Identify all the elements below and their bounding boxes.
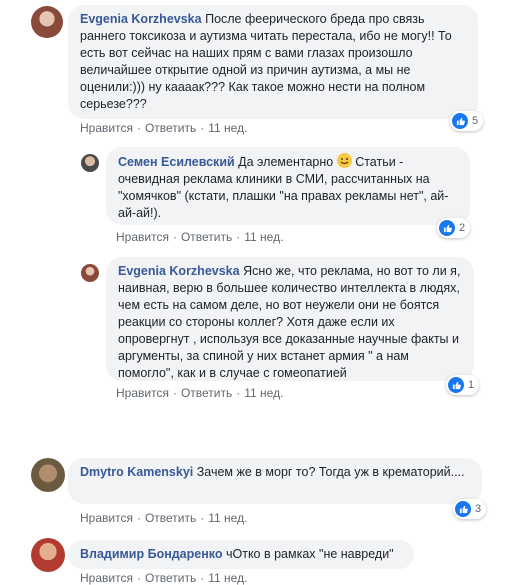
comment-author[interactable]: Владимир Бондаренко bbox=[80, 547, 223, 561]
comment-author[interactable]: Семен Есилевский bbox=[118, 155, 235, 169]
comment-bubble: Семен Есилевский Да элементарно Статьи -… bbox=[106, 147, 470, 225]
like-link[interactable]: Нравится bbox=[80, 511, 133, 525]
like-icon bbox=[452, 113, 468, 129]
smile-emoji-icon bbox=[336, 153, 352, 168]
timestamp[interactable]: 11 нед. bbox=[208, 121, 247, 135]
reaction-count[interactable]: 2 bbox=[437, 218, 471, 238]
separator: · bbox=[172, 230, 177, 244]
like-count: 1 bbox=[468, 379, 475, 391]
reaction-count[interactable]: 5 bbox=[450, 111, 484, 131]
avatar[interactable] bbox=[31, 6, 63, 38]
comment-author[interactable]: Dmytro Kamenskyi bbox=[80, 465, 193, 479]
comment-text: Ясно же, что реклама, но вот то ли я, на… bbox=[118, 264, 461, 380]
reaction-count[interactable]: 1 bbox=[446, 375, 480, 395]
separator: · bbox=[200, 121, 205, 135]
separator: · bbox=[236, 230, 241, 244]
comment-actions: Нравится · Ответить · 11 нед. bbox=[116, 230, 283, 244]
like-count: 3 bbox=[475, 503, 482, 515]
like-icon bbox=[455, 501, 471, 517]
comment-bubble: Evgenia Korzhevska После феерического бр… bbox=[68, 5, 478, 119]
comment-bubble: Dmytro Kamenskyi Зачем же в морг то? Тог… bbox=[68, 458, 482, 504]
comment-text: чОтко в рамках "не навреди" bbox=[225, 547, 394, 561]
timestamp[interactable]: 11 нед. bbox=[244, 230, 283, 244]
comment-actions: Нравится · Ответить · 11 нед. bbox=[80, 121, 247, 135]
avatar[interactable] bbox=[31, 458, 65, 492]
avatar[interactable] bbox=[81, 264, 99, 282]
timestamp[interactable]: 11 нед. bbox=[208, 511, 247, 525]
avatar[interactable] bbox=[31, 538, 65, 572]
like-count: 5 bbox=[472, 115, 479, 127]
like-icon bbox=[439, 220, 455, 236]
comment-bubble: Владимир Бондаренко чОтко в рамках "не н… bbox=[68, 540, 414, 569]
like-count: 2 bbox=[459, 222, 466, 234]
timestamp[interactable]: 11 нед. bbox=[244, 386, 283, 400]
comment-actions: Нравится · Ответить · 11 нед. bbox=[116, 386, 283, 400]
comment-bubble: Evgenia Korzhevska Ясно же, что реклама,… bbox=[106, 257, 474, 381]
separator: · bbox=[236, 386, 241, 400]
separator: · bbox=[200, 511, 205, 525]
reply-link[interactable]: Ответить bbox=[145, 121, 196, 135]
like-link[interactable]: Нравится bbox=[116, 386, 169, 400]
reply-link[interactable]: Ответить bbox=[181, 230, 232, 244]
comment-author[interactable]: Evgenia Korzhevska bbox=[80, 12, 202, 26]
avatar[interactable] bbox=[81, 154, 99, 172]
comment-actions: Нравится · Ответить · 11 нед. bbox=[80, 511, 247, 525]
like-icon bbox=[448, 377, 464, 393]
reply-link[interactable]: Ответить bbox=[181, 386, 232, 400]
reply-link[interactable]: Ответить bbox=[145, 511, 196, 525]
comment-author[interactable]: Evgenia Korzhevska bbox=[118, 264, 240, 278]
separator: · bbox=[136, 121, 141, 135]
separator: · bbox=[172, 386, 177, 400]
like-link[interactable]: Нравится bbox=[80, 121, 133, 135]
comment-text: Да элементарно bbox=[238, 155, 334, 169]
separator: · bbox=[136, 511, 141, 525]
comment-text: После феерического бреда про связь ранне… bbox=[80, 12, 452, 111]
comment-text: Зачем же в морг то? Тогда уж в крематори… bbox=[196, 465, 465, 479]
reaction-count[interactable]: 3 bbox=[453, 499, 487, 519]
like-link[interactable]: Нравится bbox=[116, 230, 169, 244]
